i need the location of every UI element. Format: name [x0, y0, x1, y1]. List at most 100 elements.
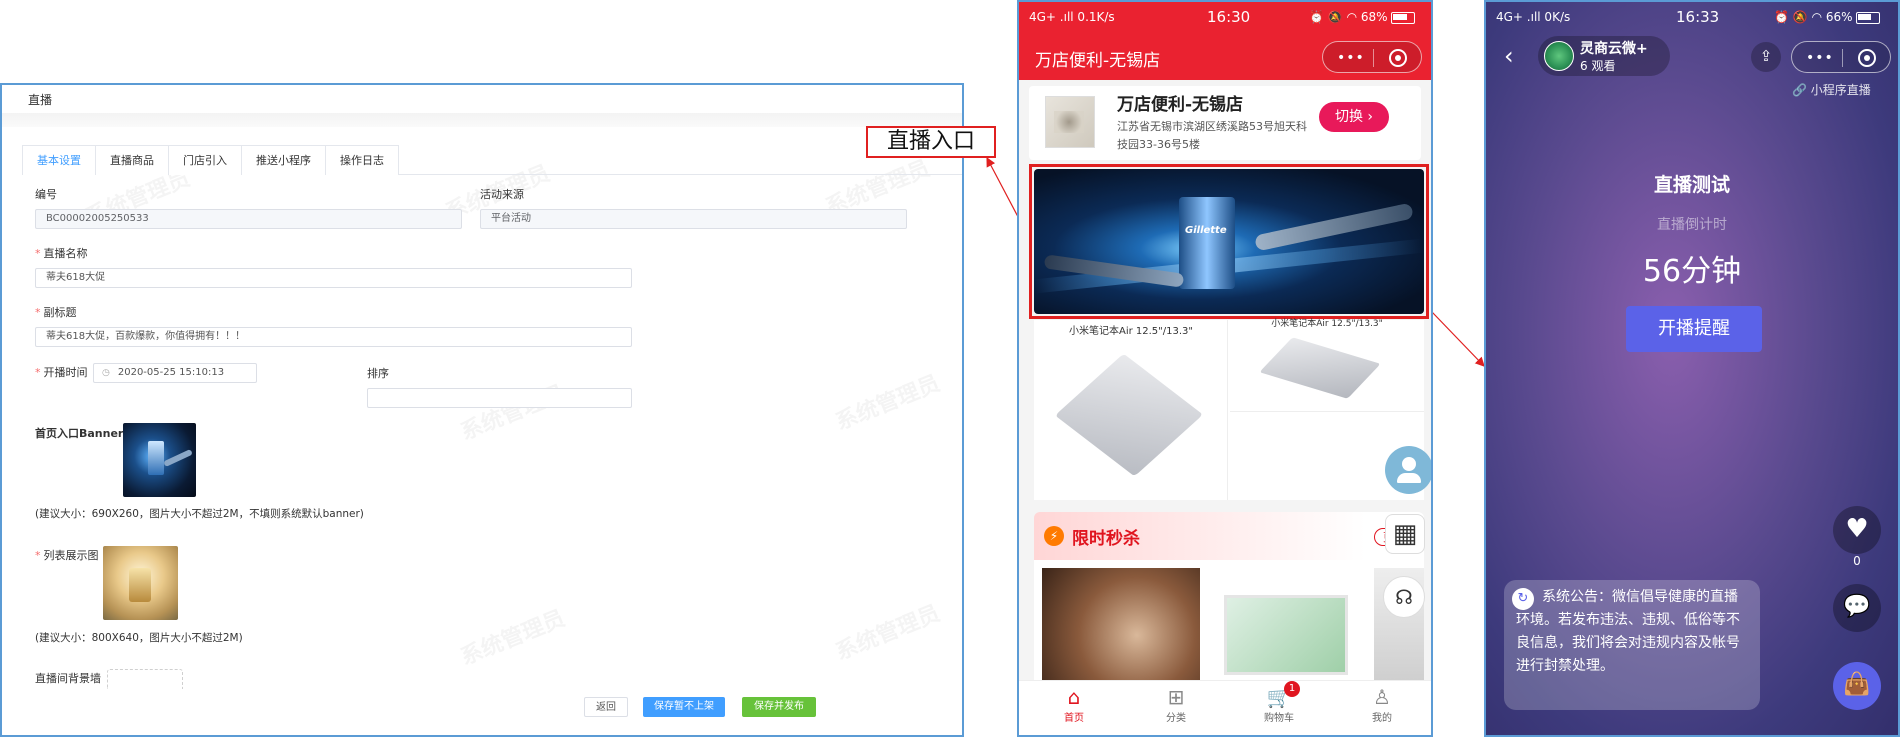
close-target-icon[interactable]	[1389, 49, 1407, 67]
product-card[interactable]: 小米笔记本Air 12.5"/13.3"	[1230, 319, 1424, 412]
mini-program-home-phone: 4G+ .ıll 0.1K/s 16:30 ⏰ 🔕 ◠ 68% 万店便利-无锡店…	[1017, 0, 1433, 737]
user-icon-body	[1397, 473, 1421, 483]
like-count: 0	[1853, 554, 1861, 568]
status-time: 16:30	[1207, 8, 1251, 26]
account-name: 灵商云微+	[1580, 41, 1648, 57]
nav-label: 我的	[1372, 713, 1392, 724]
comment-icon[interactable]: 💬	[1833, 584, 1881, 632]
save-publish-button[interactable]: 保存并发布	[742, 697, 816, 717]
more-icon[interactable]: •••	[1337, 50, 1365, 66]
start-reminder-button[interactable]: 开播提醒	[1626, 306, 1762, 352]
admin-live-settings-panel: 直播 系统管理员 系统管理员 系统管理员 系统管理员 系统管理员 系统管理员 系…	[0, 83, 964, 737]
nav-label: 分类	[1166, 713, 1186, 724]
flash-sale-title: 限时秒杀	[1072, 529, 1140, 549]
live-name-input[interactable]: 蒂夫618大促	[35, 268, 632, 288]
start-time-picker[interactable]: ◷ 2020-05-25 15:10:13	[93, 363, 257, 383]
capsule-divider	[1373, 49, 1374, 67]
shopping-bag-icon[interactable]: 👜	[1833, 662, 1881, 710]
subtitle-input[interactable]: 蒂夫618大促，百款爆款，你值得拥有！！！	[35, 327, 632, 347]
product-card[interactable]: 小米笔记本Air 12.5"/13.3"	[1034, 320, 1228, 500]
countdown-value: 56分钟	[1642, 254, 1742, 289]
system-notice: ↻ 系统公告：微信倡导健康的直播环境。若发布违法、违规、低俗等不良信息，我们将会…	[1504, 580, 1760, 710]
clock-icon: ◷	[102, 368, 110, 378]
product-grid: 小米笔记本Air 12.5"/13.3" 小米笔记本Air 12.5"/13.3…	[1034, 319, 1424, 500]
qr-code-icon[interactable]: ▦	[1385, 514, 1425, 554]
nav-home[interactable]: ⌂ 首页	[1049, 685, 1099, 724]
live-banner-image[interactable]: Gillette	[1034, 169, 1424, 314]
capsule-divider	[1842, 49, 1843, 67]
tab-operation-log[interactable]: 操作日志	[325, 145, 399, 175]
list-size-hint: (建议大小：800X640，图片大小不超过2M)	[35, 632, 243, 644]
source-field: 平台活动	[480, 209, 907, 229]
save-unpublished-button[interactable]: 保存暂不上架	[643, 697, 725, 717]
source-label: 活动来源	[480, 188, 524, 201]
home-icon: ⌂	[1067, 685, 1081, 709]
product-can-shape	[148, 441, 164, 475]
more-icon[interactable]: •••	[1806, 50, 1834, 66]
switch-store-button[interactable]: 切换 ›	[1319, 102, 1389, 132]
battery-icon	[1391, 11, 1416, 24]
anchor-info-pill[interactable]: 灵商云微+ 6 观看	[1538, 36, 1670, 76]
sort-input[interactable]	[367, 388, 632, 408]
flash-sale-products	[1034, 560, 1424, 680]
bottom-nav: ⌂ 首页 ⊞ 分类 🛒 购物车 1 ♙ 我的	[1019, 680, 1431, 735]
link-icon: 🔗	[1792, 83, 1807, 97]
capsule-menu[interactable]: •••	[1322, 41, 1422, 73]
cart-badge: 1	[1284, 681, 1300, 697]
live-entry-annotation: 直播入口	[866, 126, 996, 158]
start-time-label: * 开播时间	[35, 366, 88, 379]
status-time: 16:33	[1676, 8, 1720, 26]
share-icon[interactable]: ⇪	[1751, 42, 1781, 72]
wifi-icon: ◠	[1346, 10, 1358, 24]
heart-icon[interactable]: ♥	[1833, 506, 1881, 554]
tab-store-import[interactable]: 门店引入	[168, 145, 242, 175]
live-name-label: * 直播名称	[35, 247, 88, 260]
tab-basic-settings[interactable]: 基本设置	[22, 145, 96, 175]
status-icons: ⏰ 🔕 ◠ 66%	[1774, 10, 1881, 24]
status-signal: 4G+ .ıll 0K/s	[1496, 10, 1571, 24]
nav-mine[interactable]: ♙ 我的	[1357, 685, 1407, 724]
alarm-icon: ⏰	[1774, 10, 1789, 24]
mini-program-live-tag: 🔗 小程序直播	[1792, 83, 1871, 97]
product-caption: 小米笔记本Air 12.5"/13.3"	[1271, 319, 1383, 329]
store-address: 江苏省无锡市滨湖区绣溪路53号旭天科技园33-36号5楼	[1117, 120, 1307, 151]
background-wall-upload[interactable]	[107, 669, 183, 689]
close-target-icon[interactable]	[1858, 49, 1876, 67]
laptop-image	[1054, 353, 1204, 477]
robot-arm-shape	[163, 448, 193, 468]
back-arrow-icon[interactable]: ‹	[1504, 42, 1514, 70]
battery-icon	[1856, 11, 1881, 24]
headset-icon[interactable]: ☊	[1383, 576, 1425, 618]
back-button[interactable]: 返回	[584, 697, 628, 717]
background-wall-label: 直播间背景墙	[35, 672, 101, 685]
flash-sale-header: ⚡ 限时秒杀 更	[1034, 512, 1424, 560]
tab-push-mini-program[interactable]: 推送小程序	[241, 145, 326, 175]
tab-live-products[interactable]: 直播商品	[95, 145, 169, 175]
notice-text: 系统公告：微信倡导健康的直播环境。若发布违法、违规、低俗等不良信息，我们将会对违…	[1516, 589, 1740, 674]
pottery-product-image[interactable]	[1042, 568, 1200, 680]
capsule-menu[interactable]: •••	[1791, 41, 1891, 73]
logo-ink-painting	[1054, 111, 1084, 133]
watermark: 系统管理员	[830, 366, 944, 437]
status-icons: ⏰ 🔕 ◠ 68%	[1309, 10, 1416, 24]
store-logo	[1045, 96, 1095, 148]
arrow-to-live-room	[1431, 311, 1485, 367]
header-title: 万店便利-无锡店	[1035, 51, 1161, 71]
nav-label: 购物车	[1264, 713, 1294, 724]
user-icon: ♙	[1373, 685, 1391, 709]
nav-category[interactable]: ⊞ 分类	[1151, 685, 1201, 724]
monitor-product-image[interactable]	[1224, 595, 1348, 675]
id-field: BC00002005250533	[35, 209, 462, 229]
store-card: 万店便利-无锡店 江苏省无锡市滨湖区绣溪路53号旭天科技园33-36号5楼 切换…	[1029, 86, 1421, 160]
banner-size-hint: (建议大小：690X260，图片大小不超过2M，不填则系统默认banner)	[35, 508, 364, 520]
customer-avatar-button[interactable]	[1385, 446, 1431, 494]
nav-cart[interactable]: 🛒 购物车 1	[1254, 681, 1304, 724]
sort-label: 排序	[367, 367, 389, 380]
list-image-label: * 列表展示图	[35, 549, 99, 562]
banner-thumbnail[interactable]	[123, 423, 196, 497]
watermark: 系统管理员	[830, 596, 944, 667]
product-caption: 小米笔记本Air 12.5"/13.3"	[1068, 326, 1193, 337]
list-display-thumbnail[interactable]	[103, 546, 178, 620]
header-divider	[2, 113, 962, 127]
wifi-icon: ◠	[1811, 10, 1823, 24]
